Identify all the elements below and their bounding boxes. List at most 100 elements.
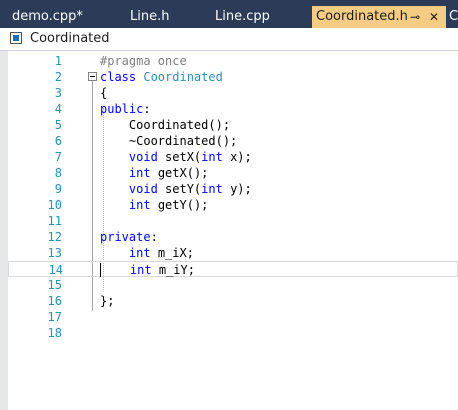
tab-label: C [449,9,458,24]
code-line[interactable]: 4 public: [8,101,458,117]
line-number: 11 [47,214,62,228]
line-number: 10 [47,198,62,212]
code-token: public [100,102,144,116]
line-number: 18 [47,326,62,340]
line-number: 7 [54,150,62,164]
code-token: void [128,182,158,196]
code-token: int [128,246,151,260]
line-number: 13 [47,246,62,260]
code-token: y); [222,182,252,196]
tab-line-cpp[interactable]: Line.cpp [211,6,307,28]
code-token: int [128,166,151,180]
line-number: 1 [54,54,62,68]
code-token: : [143,102,151,116]
tab-label: demo.cpp* [12,9,83,24]
class-icon [10,32,22,44]
code-token: getX(); [150,166,209,180]
code-token: setY( [157,182,202,196]
code-token: Coordinated [143,70,223,84]
code-line[interactable]: 14 int m_iY; [8,261,458,277]
code-token: }; [100,294,115,308]
code-line[interactable]: 2 class Coordinated [8,69,458,85]
tab-coordinated-h[interactable]: Coordinated.h ⊸ ✕ [312,6,446,28]
code-line[interactable]: 1 #pragma once [8,53,458,69]
code-text: #pragma once [100,53,187,69]
code-line[interactable]: 10 int getY(); [8,197,458,213]
text-caret [100,263,101,277]
code-line[interactable]: 3{ [8,85,458,101]
line-number: 6 [54,134,62,148]
code-line[interactable]: 8 int getX(); [8,165,458,181]
code-line[interactable]: 15 [8,277,458,293]
code-text: int getX(); [100,165,208,181]
scope-dropdown[interactable]: Coordinated [30,30,110,48]
tab-label: Line.cpp [215,9,270,24]
code-token: void [128,150,158,164]
code-text: void setY(int y); [100,181,252,197]
code-token: private [100,230,151,244]
code-text: { [100,85,107,101]
pin-icon[interactable]: ⊸ [410,6,420,28]
line-number: 16 [47,294,62,308]
code-line[interactable]: 11 [8,213,458,229]
line-number: 5 [54,118,62,132]
navigation-bar: Coordinated [0,28,458,51]
code-text: ~Coordinated(); [100,133,237,149]
tab-bar: demo.cpp* Line.h Line.cpp Coordinated.h … [0,0,458,28]
close-icon[interactable]: ✕ [429,6,439,28]
line-number: 4 [54,102,62,116]
code-token: m_iX; [150,246,194,260]
selection-margin [0,51,8,410]
code-token: #pragma once [100,54,187,68]
code-line[interactable]: 12 private: [8,229,458,245]
code-text: class Coordinated [100,69,223,85]
code-token: setX( [157,150,202,164]
collapse-icon[interactable] [88,72,97,81]
code-editor[interactable]: 1 #pragma once 2 class Coordinated 3{4 public… [8,51,458,410]
line-number: 8 [54,166,62,180]
code-line[interactable]: 9 void setY(int y); [8,181,458,197]
tab-demo-cpp[interactable]: demo.cpp* [8,6,120,28]
code-text: Coordinated(); [100,117,230,133]
tab-label: Coordinated.h [316,9,408,24]
code-token: Coordinated(); [100,118,231,132]
code-line[interactable]: 13 int m_iX; [8,245,458,261]
code-line[interactable]: 6 ~Coordinated(); [8,133,458,149]
tab-label: Line.h [130,9,170,24]
code-line[interactable]: 5 Coordinated(); [8,117,458,133]
code-token: int [129,263,152,277]
code-text: int m_iX; [100,245,194,261]
line-number: 9 [54,182,62,196]
code-token: { [100,86,108,100]
code-text: }; [100,293,114,309]
code-token: int [201,182,223,196]
code-token: class [100,70,144,84]
code-token: int [128,198,151,212]
code-token: ~Coordinated(); [100,134,238,148]
code-token: getY(); [150,198,209,212]
code-line[interactable]: 17 [8,309,458,325]
code-token: m_iY; [151,263,195,277]
tab-line-h[interactable]: Line.h [126,6,206,28]
code-line[interactable]: 16}; [8,293,458,309]
line-number: 12 [47,230,62,244]
code-text: public: [100,101,151,117]
line-number: 17 [47,310,62,324]
code-text: private: [100,229,158,245]
code-line[interactable]: 18 [8,325,458,341]
line-number: 14 [48,263,63,277]
line-number: 3 [54,86,62,100]
line-number: 2 [54,70,62,84]
tab-overflow[interactable]: C [449,6,458,28]
line-number: 15 [47,278,62,292]
code-token: x); [222,150,252,164]
code-token: int [201,150,223,164]
code-line[interactable]: 7 void setX(int x); [8,149,458,165]
code-text: int m_iY; [101,262,195,278]
